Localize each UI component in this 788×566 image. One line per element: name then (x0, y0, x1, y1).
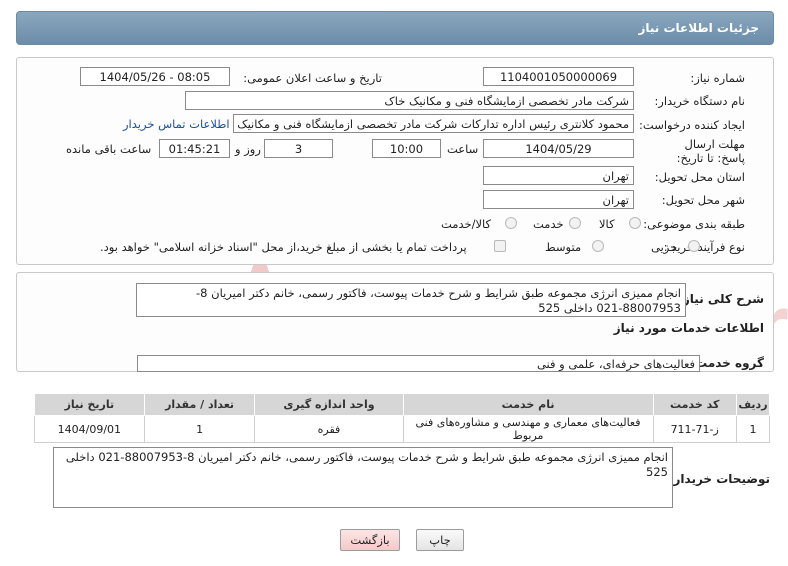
general-description-field: انجام مميزی انرژی مجموعه طبق شرایط و شرح… (136, 283, 686, 317)
back-button[interactable]: بازگشت (340, 529, 400, 551)
col-need-date: تاریخ نیاز (34, 393, 145, 416)
delivery-province-label: استان محل تحویل: (654, 170, 745, 184)
days-label: روز و (235, 142, 261, 156)
deadline-date-field: 1404/05/29 (483, 139, 634, 158)
buyer-org-label: نام دستگاه خریدار: (654, 94, 745, 108)
category-radio-goods[interactable] (629, 217, 641, 229)
remaining-days-field: 3 (264, 139, 333, 158)
cell-row: 1 (735, 415, 771, 443)
process-radio-medium[interactable] (592, 240, 604, 252)
announce-datetime-label: تاریخ و ساعت اعلان عمومی: (243, 71, 382, 85)
announce-datetime-field: 1404/05/26 - 08:05 (80, 67, 230, 86)
services-section-title: اطلاعات خدمات مورد نیاز (613, 321, 764, 335)
cell-need-date: 1404/09/01 (34, 415, 145, 443)
delivery-province-field: تهران (483, 166, 634, 185)
col-quantity: تعداد / مقدار (143, 393, 256, 416)
col-unit: واحد اندازه گیری (254, 393, 404, 416)
deadline-time-field: 10:00 (372, 139, 441, 158)
category-option-goods-service: کالا/خدمت (441, 217, 492, 231)
table-row: 1 ز-71-711 فعالیت‌های معماری و مهندسی و … (34, 415, 771, 443)
need-number-label: شماره نیاز: (690, 71, 745, 85)
col-row: ردیف (735, 393, 771, 416)
category-label: طبقه بندی موضوعی: (643, 217, 745, 231)
buyer-notes-field: انجام مميزی انرژی مجموعه طبق شرایط و شرح… (53, 447, 673, 508)
col-service-name: نام خدمت (402, 393, 654, 416)
buyer-contact-link[interactable]: اطلاعات تماس خریدار (123, 117, 230, 131)
deadline-label: مهلت ارسال پاسخ: تا تاریخ: (676, 137, 745, 165)
category-radio-goods-service[interactable] (505, 217, 517, 229)
service-group-label: گروه خدمت: (690, 356, 764, 370)
need-number-field: 1104001050000069 (483, 67, 634, 86)
process-option-medium: متوسط (545, 240, 582, 254)
cell-service-code: ز-71-711 (652, 415, 737, 443)
services-table: ردیف کد خدمت نام خدمت واحد اندازه گیری ت… (34, 393, 771, 443)
service-group-field: فعالیت‌های حرفه‌ای، علمی و فنی (137, 355, 700, 372)
buyer-org-field: شرکت مادر تخصصی ازمایشگاه فنی و مکانیک خ… (185, 91, 634, 110)
process-option-minor: جزیی (651, 240, 678, 254)
process-radio-minor[interactable] (688, 240, 700, 252)
details-header: جزئیات اطلاعات نیاز (16, 11, 774, 45)
services-table-header: ردیف کد خدمت نام خدمت واحد اندازه گیری ت… (34, 393, 771, 416)
treasury-payment-checkbox[interactable] (494, 240, 506, 252)
remaining-time-field: 01:45:21 (159, 139, 230, 158)
cell-quantity: 1 (143, 415, 256, 443)
requester-label: ایجاد کننده درخواست: (639, 118, 745, 132)
treasury-payment-note: پرداخت تمام یا بخشی از مبلغ خرید،از محل … (100, 240, 467, 254)
page-title: جزئیات اطلاعات نیاز (638, 21, 759, 35)
category-radio-service[interactable] (569, 217, 581, 229)
requester-field: محمود کلانتری رئیس اداره تدارکات شرکت ما… (233, 114, 634, 133)
delivery-city-field: تهران (483, 190, 634, 209)
general-description-label: شرح کلی نیاز: (678, 292, 764, 306)
remaining-time-label: ساعت باقی مانده (66, 142, 152, 156)
cell-unit: فقره (254, 415, 404, 443)
category-option-service: خدمت (533, 217, 564, 231)
print-button[interactable]: چاپ (416, 529, 464, 551)
cell-service-name: فعالیت‌های معماری و مهندسی و مشاوره‌های … (402, 415, 654, 443)
buyer-notes-label: توضیحات خریدار: (668, 472, 770, 486)
delivery-city-label: شهر محل تحویل: (661, 193, 745, 207)
category-option-goods: کالا (599, 217, 615, 231)
deadline-time-label: ساعت (447, 142, 479, 156)
col-service-code: کد خدمت (652, 393, 737, 416)
